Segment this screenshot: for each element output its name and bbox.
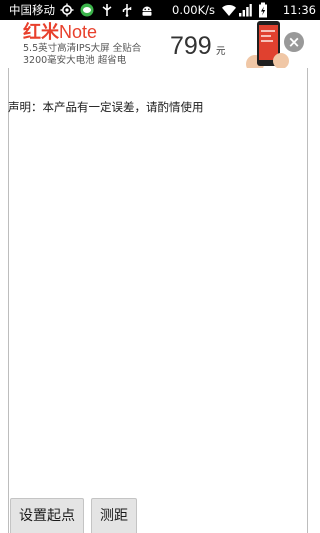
gps-icon xyxy=(59,2,75,18)
wechat-icon xyxy=(79,2,95,18)
android-debug-icon xyxy=(139,2,155,18)
network-speed: 0.00K/s xyxy=(172,3,216,17)
clock: 11:36 xyxy=(282,3,316,17)
ad-title: 红米Note xyxy=(23,21,97,44)
ad-feature-line-1: 5.5英寸高清IPS大屏 全贴合 xyxy=(23,43,142,54)
ad-feature-line-2: 3200毫安大电池 超省电 xyxy=(23,55,127,66)
signal-icon xyxy=(237,2,253,18)
usb-icon xyxy=(119,2,135,18)
battery-icon xyxy=(255,2,271,18)
ad-close-button[interactable]: × xyxy=(284,32,304,52)
status-bar: 中国移动 0.00K/s 11:36 xyxy=(0,0,320,20)
map-area[interactable] xyxy=(8,68,308,533)
disclaimer-text: 声明：本产品有一定误差，请酌情使用 xyxy=(8,100,204,114)
ad-price-unit: 元 xyxy=(216,46,226,57)
set-start-point-button[interactable]: 设置起点 xyxy=(10,498,84,533)
notification-icon xyxy=(99,2,115,18)
ad-model: Note xyxy=(59,22,98,42)
ad-banner[interactable]: 红米Note 5.5英寸高清IPS大屏 全贴合 3200毫安大电池 超省电 79… xyxy=(8,20,306,68)
carrier-name: 中国移动 xyxy=(9,3,55,17)
wifi-icon xyxy=(221,2,237,18)
ad-brand: 红米 xyxy=(23,22,59,43)
ad-price: 799 xyxy=(170,32,212,60)
measure-distance-button[interactable]: 测距 xyxy=(91,498,137,533)
